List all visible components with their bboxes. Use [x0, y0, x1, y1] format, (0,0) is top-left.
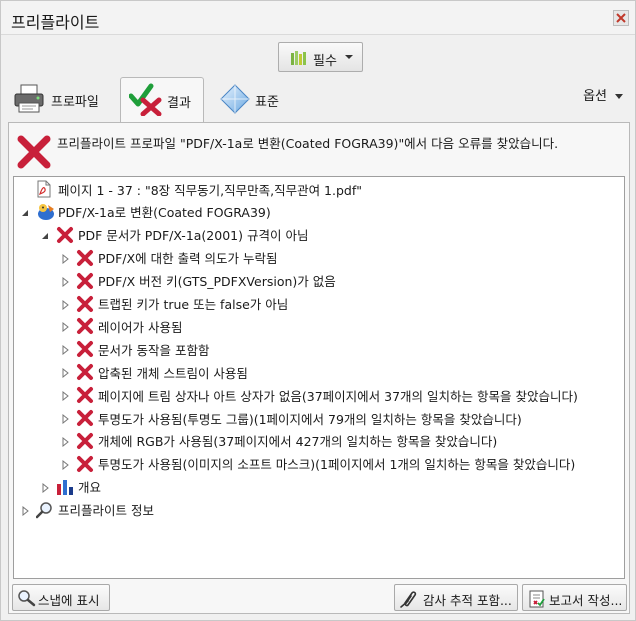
paperclip-icon	[400, 591, 417, 608]
show-in-snap-button[interactable]: 스냅에 표시	[12, 584, 110, 611]
tree-row-label: 레이어가 사용됨	[98, 319, 183, 335]
tree-row[interactable]: PDF 문서가 PDF/X-1a(2001) 규격이 아님	[40, 224, 308, 246]
profile-icon	[36, 203, 54, 221]
collapsed-arrow-icon[interactable]	[60, 366, 72, 379]
tree-row[interactable]: 프리플라이트 정보	[20, 499, 154, 521]
tree-row-label: 문서가 동작을 포함함	[98, 342, 210, 358]
collapsed-arrow-icon[interactable]	[60, 435, 72, 447]
create-report-label: 보고서 작성...	[549, 593, 623, 608]
collapsed-arrow-icon[interactable]	[60, 252, 72, 264]
essential-dropdown-button[interactable]: 필수	[278, 42, 363, 72]
include-audit-trail-button[interactable]: 감사 추적 포함...	[394, 584, 518, 611]
tree-row-label: 투명도가 사용됨(이미지의 소프트 마스크)(1페이지에서 1개의 일치하는 항…	[98, 457, 576, 473]
tree-row-label: 페이지 1 - 37 : "8장 직무동기,직무만족,직무관여 1.pdf"	[58, 182, 362, 198]
tree-row-label: 압축된 개체 스트림이 사용됨	[98, 365, 248, 381]
tree-row[interactable]: 레이어가 사용됨	[60, 315, 182, 337]
tree-row[interactable]: 페이지 1 - 37 : "8장 직무동기,직무만족,직무관여 1.pdf"	[20, 178, 362, 200]
show-in-snap-label: 스냅에 표시	[38, 593, 100, 608]
tab-profile-label: 프로파일	[51, 95, 99, 110]
tree-row[interactable]: 개요	[40, 476, 101, 498]
printer-icon	[14, 84, 44, 113]
error-x-icon	[76, 455, 94, 473]
window-title: 프리플라이트	[11, 13, 100, 32]
collapsed-arrow-icon[interactable]	[60, 298, 72, 310]
collapsed-arrow-icon[interactable]	[60, 458, 72, 470]
collapsed-arrow-icon[interactable]	[60, 389, 72, 402]
error-x-icon	[76, 249, 94, 267]
close-icon	[616, 13, 626, 23]
tree-row[interactable]: PDF/X 버전 키(GTS_PDFXVersion)가 없음	[60, 270, 336, 292]
expanded-arrow-icon[interactable]	[40, 229, 52, 241]
essential-label: 필수	[313, 54, 337, 69]
tree-row[interactable]: 트랩된 키가 true 또는 false가 아님	[60, 293, 288, 315]
error-x-icon	[76, 340, 94, 358]
include-audit-trail-label: 감사 추적 포함...	[423, 593, 512, 608]
tree-row-label: 프리플라이트 정보	[58, 503, 154, 519]
summary-message: 프리플라이트 프로파일 "PDF/X-1a로 변환(Coated FOGRA39…	[57, 136, 559, 151]
collapsed-arrow-icon[interactable]	[40, 481, 52, 493]
collapsed-arrow-icon[interactable]	[60, 343, 72, 356]
tree-row[interactable]: 문서가 동작을 포함함	[60, 338, 209, 360]
results-panel: 프리플라이트 프로파일 "PDF/X-1a로 변환(Coated FOGRA39…	[8, 122, 630, 614]
tree-row-label: PDF/X 버전 키(GTS_PDFXVersion)가 없음	[98, 274, 336, 290]
collapsed-arrow-icon[interactable]	[20, 504, 32, 516]
close-button[interactable]	[613, 10, 629, 26]
tree-row-label: 개체에 RGB가 사용됨(37페이지에서 427개의 일치하는 항목을 찾았습니…	[98, 434, 498, 450]
tab-result[interactable]: 결과	[120, 77, 204, 123]
tree-row[interactable]: 압축된 개체 스트림이 사용됨	[60, 361, 248, 383]
tree-row-label: 트랩된 키가 true 또는 false가 아님	[98, 297, 289, 312]
tree-row[interactable]: 페이지에 트림 상자나 아트 상자가 없음(37페이지에서 37개의 일치하는 …	[60, 384, 578, 406]
tree-row[interactable]: PDF/X에 대한 출력 의도가 누락됨	[60, 247, 278, 269]
results-tree[interactable]: 페이지 1 - 37 : "8장 직무동기,직무만족,직무관여 1.pdf" PD…	[13, 176, 625, 579]
tab-result-label: 결과	[167, 96, 191, 111]
result-summary: 프리플라이트 프로파일 "PDF/X-1a로 변환(Coated FOGRA39…	[17, 133, 627, 173]
error-x-icon	[17, 135, 51, 169]
title-bar: 프리플라이트	[1, 1, 635, 35]
check-cross-icon	[129, 83, 162, 116]
collapsed-arrow-icon[interactable]	[60, 275, 72, 287]
chevron-down-icon	[345, 55, 353, 59]
tree-row[interactable]: 개체에 RGB가 사용됨(37페이지에서 427개의 일치하는 항목을 찾았습니…	[60, 430, 497, 452]
tree-row-label: 투명도가 사용됨(투명도 그룹)(1페이지에서 79개의 일치하는 항목을 찾았…	[98, 411, 522, 427]
magnifier-icon	[18, 590, 36, 607]
error-x-icon	[76, 432, 94, 450]
collapsed-arrow-icon[interactable]	[60, 320, 72, 333]
tab-profile[interactable]: 프로파일	[11, 79, 111, 123]
expanded-arrow-icon[interactable]	[20, 206, 32, 218]
overview-chart-icon	[56, 478, 74, 496]
error-x-icon	[76, 386, 94, 404]
tab-standard-label: 표준	[255, 95, 279, 110]
tree-row-label: PDF 문서가 PDF/X-1a(2001) 규격이 아님	[78, 228, 309, 244]
bars-icon	[291, 51, 306, 65]
magnifier-icon	[36, 501, 54, 519]
pdf-file-icon	[36, 180, 54, 198]
options-dropdown[interactable]: 옵션	[583, 85, 623, 104]
preflight-window: 프리플라이트 필수 프로파일 결과 표준 옵션 프리플라이트 프로파일 "PDF…	[0, 0, 636, 621]
create-report-button[interactable]: 보고서 작성...	[522, 584, 627, 611]
collapsed-arrow-icon[interactable]	[60, 412, 72, 425]
error-x-icon	[76, 409, 94, 427]
tree-row-label: 페이지에 트림 상자나 아트 상자가 없음(37페이지에서 37개의 일치하는 …	[98, 388, 578, 404]
tree-row[interactable]: 투명도가 사용됨(투명도 그룹)(1페이지에서 79개의 일치하는 항목을 찾았…	[60, 407, 522, 429]
tree-row-label: PDF/X-1a로 변환(Coated FOGRA39)	[58, 205, 271, 221]
tree-row[interactable]: PDF/X-1a로 변환(Coated FOGRA39)	[20, 201, 271, 223]
error-x-icon	[76, 295, 94, 313]
tree-row-label: PDF/X에 대한 출력 의도가 누락됨	[98, 251, 278, 267]
options-label: 옵션	[583, 89, 607, 104]
error-x-icon	[56, 226, 74, 244]
tab-standard[interactable]: 표준	[217, 79, 297, 123]
tree-row[interactable]: 투명도가 사용됨(이미지의 소프트 마스크)(1페이지에서 1개의 일치하는 항…	[60, 453, 575, 475]
diamond-icon	[220, 84, 250, 114]
error-x-icon	[76, 317, 94, 335]
tree-row-label: 개요	[78, 480, 102, 496]
error-x-icon	[76, 272, 94, 290]
report-icon	[529, 590, 545, 608]
chevron-down-icon	[615, 94, 623, 99]
error-x-icon	[76, 363, 94, 381]
